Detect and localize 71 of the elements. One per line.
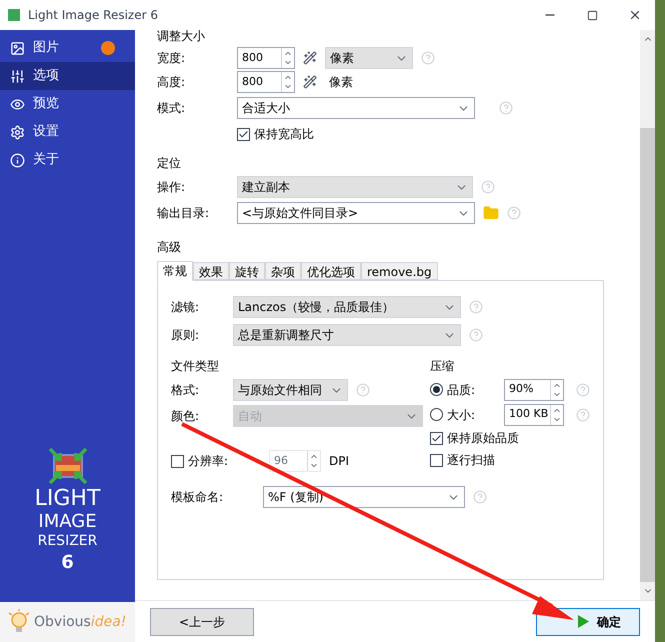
radio-label: 大小: [447,406,476,424]
lightbulb-icon [8,609,30,635]
tab[interactable]: 旋转 [229,262,265,280]
brand-text: Obviousidea! [34,612,126,632]
back-button[interactable]: <上一步 [150,608,254,636]
maximize-icon[interactable] [587,10,598,20]
unit-label: DPI [329,453,350,470]
sidebar-item[interactable]: 设置 [0,118,135,146]
section-heading: 调整大小 [157,30,206,45]
field-label: 颜色: [171,408,200,425]
dropdown[interactable]: 与原始文件相同 [233,379,348,401]
field-label: 模板命名: [171,489,224,506]
logo-icon [48,447,88,485]
dropdown[interactable]: <与原始文件同目录> [237,202,475,224]
logo-text: 6 [61,554,74,572]
sliders-icon [10,68,25,84]
radio-button[interactable] [430,383,443,396]
tab[interactable]: 常规 [157,261,193,281]
checkbox[interactable] [430,432,443,444]
magic-wand-icon[interactable] [303,51,317,65]
checkbox-label: 保持宽高比 [254,126,314,143]
tab[interactable]: 优化选项 [301,262,361,280]
spin-field[interactable]: 800 [237,71,295,93]
eye-icon [10,96,25,112]
window-title: Light Image Resizer 6 [28,7,159,24]
settings-icon [10,124,25,140]
ok-button[interactable]: 确定 [536,608,640,636]
field-label: 操作: [157,179,186,196]
dropdown[interactable]: 像素 [325,47,413,69]
play-icon [578,615,589,628]
spin-field[interactable]: 100 KB [504,404,564,426]
info-icon [10,152,25,168]
checkbox[interactable] [237,128,250,140]
field-label: 宽度: [157,50,186,67]
magic-wand-icon[interactable] [303,75,317,89]
section-heading: 高级 [157,239,182,256]
dropdown[interactable]: 合适大小 [237,97,475,119]
close-icon[interactable] [628,8,642,22]
sidebar-item[interactable]: 关于 [0,146,135,174]
field-label: 滤镜: [171,299,200,316]
dropdown[interactable]: Lanczos（较慢，品质最佳） [233,296,461,318]
spin-field[interactable]: 800 [237,47,295,69]
section-heading: 压缩 [430,358,455,375]
checkbox-label: 分辨率: [188,453,228,470]
tab[interactable]: 杂项 [265,262,301,280]
checkbox[interactable] [430,454,443,466]
sidebar-item[interactable]: 图片 [0,34,135,62]
picture-icon [10,40,25,56]
checkbox-label: 保持原始品质 [447,430,519,447]
field-label: 高度: [157,74,186,91]
radio-label: 品质: [447,382,476,398]
tab[interactable]: remove.bg [361,262,438,280]
unit-label: 像素 [329,74,353,91]
field-label: 模式: [157,100,186,117]
app-icon [8,9,20,21]
field-label: 输出目录: [157,205,210,222]
field-label: 格式: [171,382,200,399]
logo-text: RESIZER [38,534,98,548]
checkbox-label: 逐行扫描 [447,452,495,469]
logo-text: IMAGE [38,513,97,531]
sidebar-item[interactable]: 预览 [0,90,135,118]
dropdown[interactable]: 建立副本 [237,176,473,198]
section-heading: 文件类型 [171,358,220,375]
tab[interactable]: 效果 [193,262,229,280]
radio-button[interactable] [430,408,443,421]
logo-text: LIGHT [34,488,100,510]
field-label: 原则: [171,327,200,344]
sidebar-item[interactable]: 选项 [0,62,135,90]
dropdown[interactable]: 总是重新调整尺寸 [233,324,461,346]
spin-field[interactable]: 90% [504,378,564,400]
section-heading: 定位 [157,155,182,172]
